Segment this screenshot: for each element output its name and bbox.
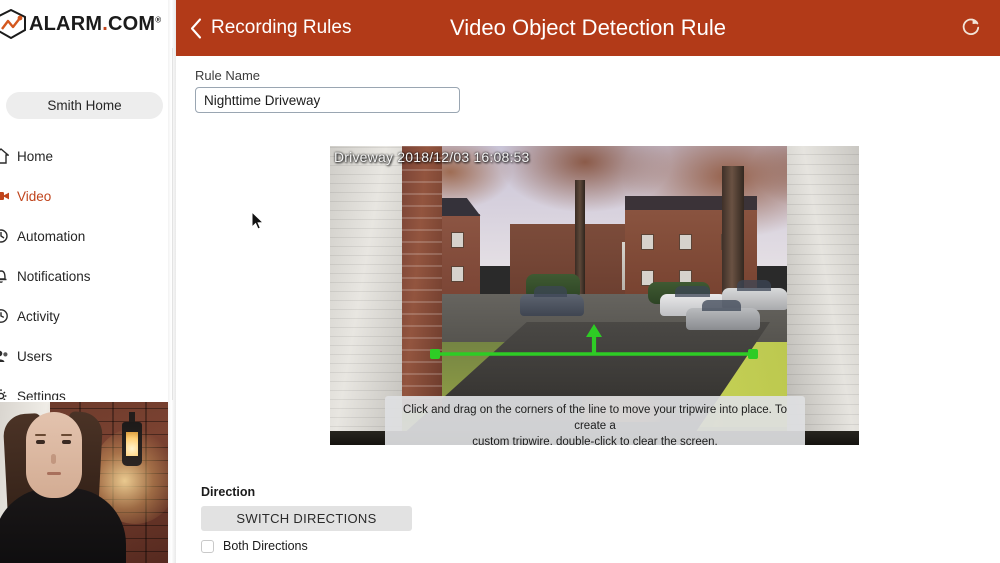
sidebar-item-label-video: Video [17,188,52,204]
video-camera-icon [0,192,9,200]
sidebar-item-video[interactable]: Video [0,176,168,216]
webcam-person-brow-left [35,434,46,436]
brand-logo[interactable]: ALARM.COM® [0,0,168,48]
sidebar-item-notifications[interactable]: Notifications [0,256,168,296]
sidebar-item-label-activity: Activity [17,308,60,324]
sidebar-item-label-users: Users [17,348,53,364]
bell-icon [0,270,7,283]
both-directions-checkbox[interactable] [201,539,214,553]
sidebar-item-label-home: Home [17,148,54,164]
registered-mark: ® [155,14,162,24]
webcam-person-nose [51,454,56,464]
both-directions-row[interactable]: Both Directions [201,539,308,553]
refresh-button[interactable] [958,14,984,40]
back-button[interactable]: Recording Rules [190,17,351,39]
main-content: Rule Name Nighttime Driveway Driveway 20… [176,56,1000,563]
switch-directions-button[interactable]: SWITCH DIRECTIONS [201,506,412,531]
sidebar-nav: Home Video Automation Notifications Acti… [0,136,168,416]
tripwire-handle-start[interactable] [430,349,440,359]
webcam-person-mouth [47,472,61,475]
tripwire-instructions-tooltip: Click and drag on the corners of the lin… [385,396,805,445]
automation-icon [0,229,8,243]
mouse-cursor [251,211,265,230]
tripwire-direction-arrow[interactable] [586,324,602,354]
chevron-left-icon [190,17,202,39]
tripwire-handle-end[interactable] [748,349,758,359]
webcam-person-brow-right [61,434,72,436]
rule-name-label: Rule Name [195,68,261,83]
location-selector-label: Smith Home [47,98,122,113]
direction-section-label: Direction [201,485,256,499]
sidebar: ALARM.COM® Smith Home Home Video Automat… [0,0,168,563]
content-scrollbar-track[interactable] [172,48,173,400]
tooltip-line-2: custom tripwire, double-click to clear t… [472,435,718,445]
back-button-label: Recording Rules [211,17,352,38]
video-player[interactable]: Driveway 2018/12/03 16:08:53 Click and d… [330,146,859,445]
rule-name-input[interactable] [195,87,460,113]
brand-name: ALARM.COM® [29,12,162,35]
location-selector[interactable]: Smith Home [6,92,163,119]
webcam-person-eye-right [62,440,71,444]
alarm-shield-icon [0,9,26,39]
sidebar-item-activity[interactable]: Activity [0,296,168,336]
sidebar-item-users[interactable]: Users [0,336,168,376]
home-icon [0,148,9,164]
sidebar-item-automation[interactable]: Automation [0,216,168,256]
webcam-person-eye-left [36,440,45,444]
sidebar-item-home[interactable]: Home [0,136,168,176]
both-directions-label: Both Directions [223,539,308,553]
sidebar-item-label-notifications: Notifications [17,268,91,284]
clock-icon [0,309,8,323]
sidebar-item-label-automation: Automation [17,228,86,244]
users-icon [0,350,8,362]
webcam-lantern [122,422,142,466]
app-window: ALARM.COM® Smith Home Home Video Automat… [0,0,1000,563]
refresh-icon [962,18,980,35]
page-header: Video Object Detection Rule Recording Ru… [176,0,1000,56]
self-view-video[interactable] [0,400,168,563]
tooltip-line-1: Click and drag on the corners of the lin… [403,404,787,432]
